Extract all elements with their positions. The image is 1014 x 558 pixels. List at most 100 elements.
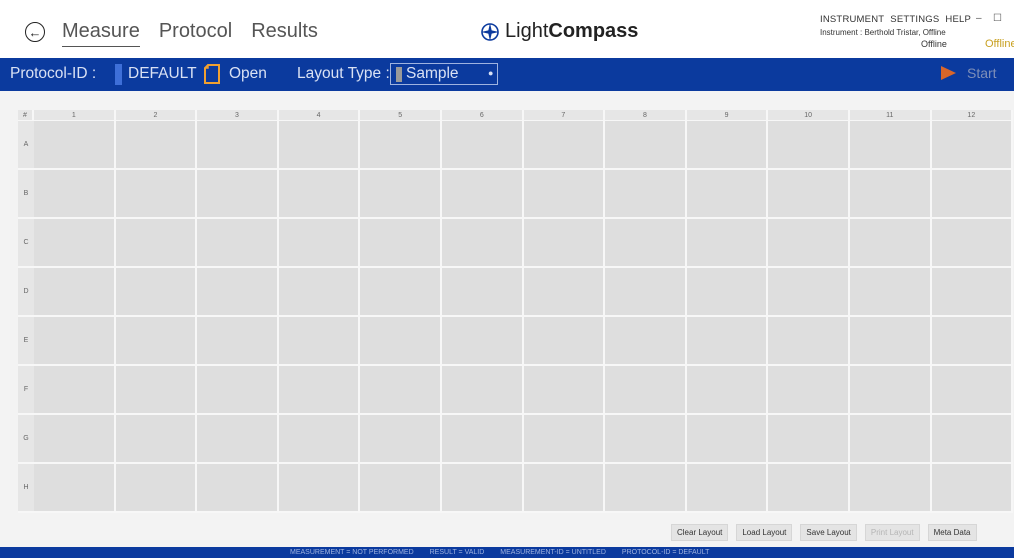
clear-layout-button[interactable]: Clear Layout [671, 524, 729, 541]
column-header[interactable]: 3 [197, 110, 279, 121]
well-cell[interactable] [768, 170, 850, 219]
row-header[interactable]: C [18, 219, 34, 268]
column-header[interactable]: 1 [34, 110, 116, 121]
column-header[interactable]: 9 [686, 110, 769, 121]
well-cell[interactable] [768, 219, 850, 268]
well-cell[interactable] [34, 464, 116, 513]
well-cell[interactable] [931, 366, 1014, 415]
well-cell[interactable] [360, 317, 442, 366]
well-cell[interactable] [523, 170, 606, 219]
well-cell[interactable] [278, 317, 361, 366]
well-cell[interactable] [441, 121, 524, 170]
well-cell[interactable] [197, 366, 279, 415]
minimize-button[interactable]: – [976, 13, 982, 24]
well-cell[interactable] [931, 268, 1014, 317]
well-cell[interactable] [197, 317, 279, 366]
well-cell[interactable] [768, 121, 850, 170]
well-cell[interactable] [441, 464, 524, 513]
well-cell[interactable] [523, 464, 606, 513]
well-cell[interactable] [441, 366, 524, 415]
well-cell[interactable] [441, 415, 524, 464]
well-cell[interactable] [115, 268, 198, 317]
well-cell[interactable] [441, 317, 524, 366]
well-cell[interactable] [523, 219, 606, 268]
column-header[interactable]: 2 [115, 110, 198, 121]
well-cell[interactable] [197, 415, 279, 464]
well-cell[interactable] [605, 366, 687, 415]
well-cell[interactable] [686, 366, 769, 415]
save-layout-button[interactable]: Save Layout [800, 524, 857, 541]
well-cell[interactable] [34, 170, 116, 219]
well-cell[interactable] [931, 219, 1014, 268]
well-cell[interactable] [686, 121, 769, 170]
well-cell[interactable] [115, 219, 198, 268]
well-cell[interactable] [931, 317, 1014, 366]
well-cell[interactable] [849, 121, 932, 170]
layout-type-select[interactable]: Sample ● [390, 63, 498, 85]
column-header[interactable]: 12 [931, 110, 1014, 121]
well-cell[interactable] [197, 268, 279, 317]
column-header[interactable]: 10 [768, 110, 850, 121]
well-cell[interactable] [849, 219, 932, 268]
well-cell[interactable] [686, 317, 769, 366]
well-cell[interactable] [931, 170, 1014, 219]
row-header[interactable]: A [18, 121, 34, 170]
well-cell[interactable] [605, 464, 687, 513]
row-header[interactable]: B [18, 170, 34, 219]
well-cell[interactable] [34, 121, 116, 170]
well-cell[interactable] [931, 415, 1014, 464]
well-cell[interactable] [686, 464, 769, 513]
well-cell[interactable] [605, 121, 687, 170]
well-cell[interactable] [686, 219, 769, 268]
well-cell[interactable] [115, 366, 198, 415]
well-cell[interactable] [523, 121, 606, 170]
row-header[interactable]: H [18, 464, 34, 513]
well-cell[interactable] [115, 317, 198, 366]
well-cell[interactable] [360, 170, 442, 219]
column-header[interactable]: 7 [523, 110, 606, 121]
well-cell[interactable] [197, 121, 279, 170]
well-cell[interactable] [768, 415, 850, 464]
well-cell[interactable] [197, 219, 279, 268]
well-cell[interactable] [605, 170, 687, 219]
well-cell[interactable] [686, 415, 769, 464]
well-cell[interactable] [34, 219, 116, 268]
menu-settings[interactable]: SETTINGS [890, 14, 939, 25]
well-cell[interactable] [360, 366, 442, 415]
well-cell[interactable] [34, 268, 116, 317]
well-cell[interactable] [849, 317, 932, 366]
well-cell[interactable] [278, 219, 361, 268]
open-button[interactable]: Open [229, 65, 267, 83]
well-cell[interactable] [115, 121, 198, 170]
column-header[interactable]: 8 [605, 110, 687, 121]
row-header[interactable]: G [18, 415, 34, 464]
well-cell[interactable] [768, 317, 850, 366]
row-header[interactable]: E [18, 317, 34, 366]
column-header[interactable]: 6 [441, 110, 524, 121]
column-header[interactable]: 5 [360, 110, 442, 121]
well-cell[interactable] [849, 170, 932, 219]
well-cell[interactable] [605, 219, 687, 268]
well-cell[interactable] [768, 366, 850, 415]
well-cell[interactable] [34, 366, 116, 415]
well-cell[interactable] [931, 464, 1014, 513]
well-cell[interactable] [197, 170, 279, 219]
well-cell[interactable] [360, 219, 442, 268]
well-cell[interactable] [849, 415, 932, 464]
meta-data-button[interactable]: Meta Data [927, 524, 977, 541]
open-file-icon[interactable] [202, 63, 222, 85]
well-cell[interactable] [686, 268, 769, 317]
row-header[interactable]: D [18, 268, 34, 317]
well-cell[interactable] [34, 317, 116, 366]
menu-help[interactable]: HELP [945, 14, 971, 25]
well-cell[interactable] [360, 268, 442, 317]
well-cell[interactable] [115, 464, 198, 513]
well-cell[interactable] [197, 464, 279, 513]
well-cell[interactable] [523, 317, 606, 366]
well-cell[interactable] [360, 121, 442, 170]
well-cell[interactable] [278, 415, 361, 464]
well-cell[interactable] [523, 415, 606, 464]
well-cell[interactable] [849, 464, 932, 513]
row-header[interactable]: F [18, 366, 34, 415]
well-cell[interactable] [605, 415, 687, 464]
